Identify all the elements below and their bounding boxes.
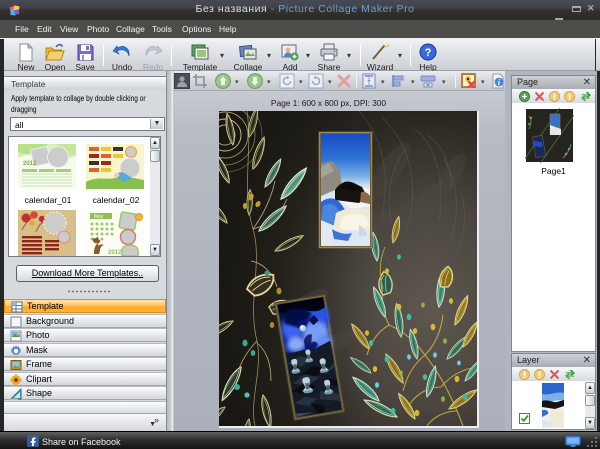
svg-text:2012: 2012 — [108, 250, 122, 256]
svg-text:2012: 2012 — [23, 161, 37, 167]
svg-text:?: ? — [425, 47, 432, 59]
svg-text:May: May — [94, 214, 104, 220]
